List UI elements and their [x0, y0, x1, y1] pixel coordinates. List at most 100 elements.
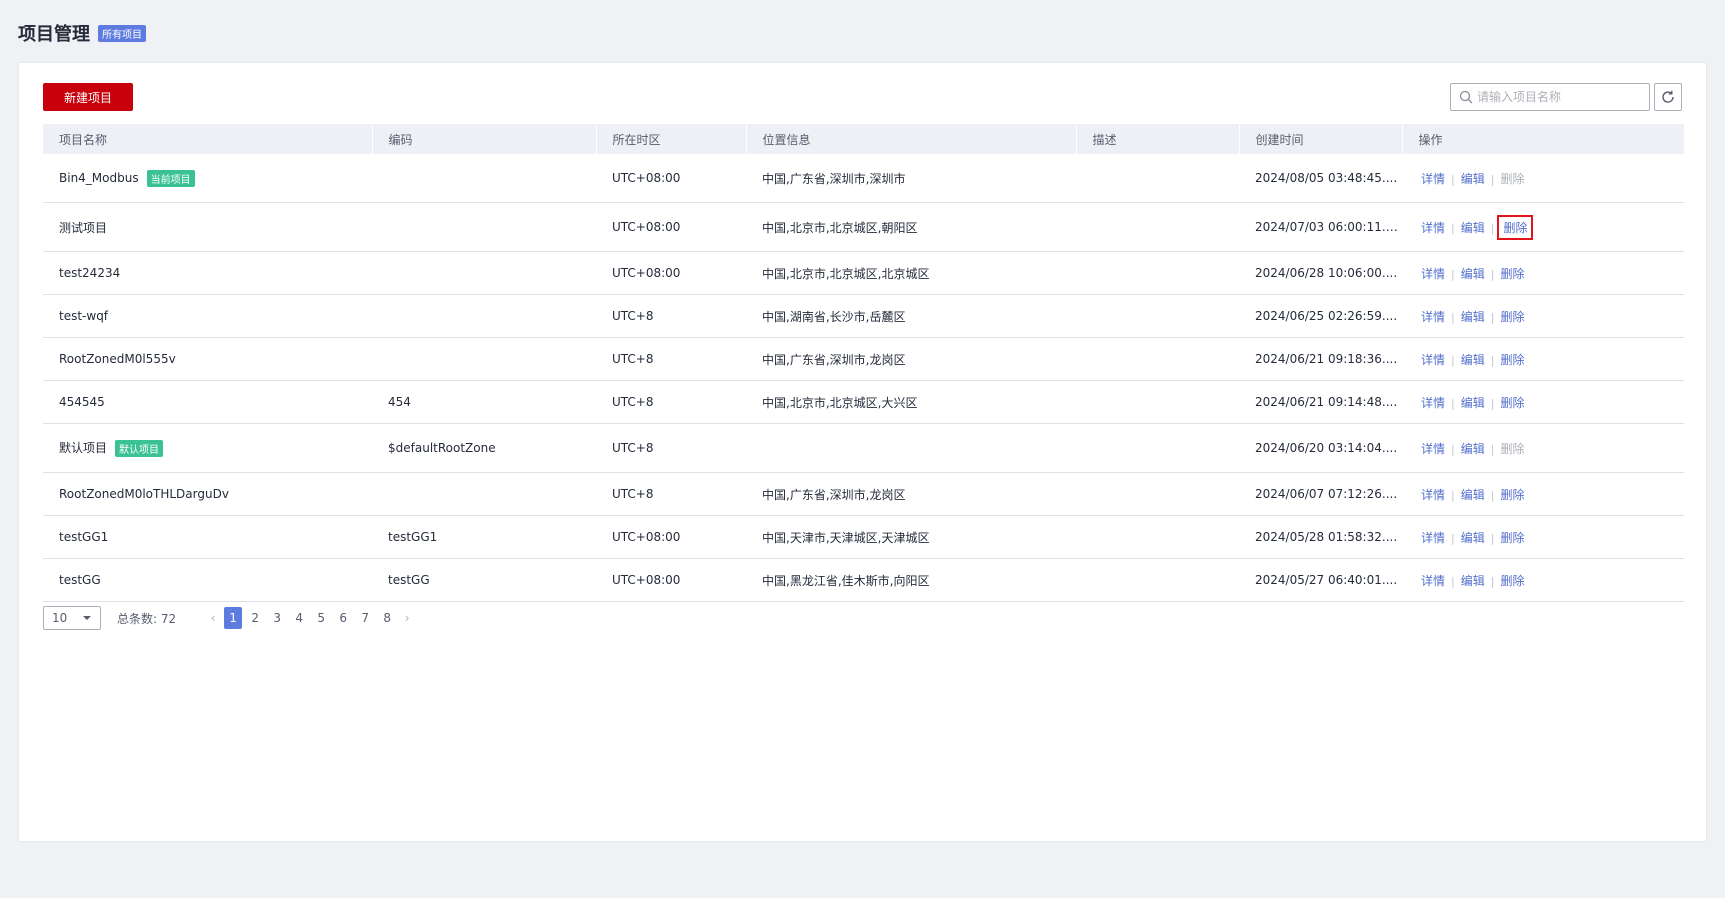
pagination: 10 总条数: 72 ‹ 1 2 3 4 5 6 7 8 ›: [43, 605, 416, 631]
detail-link[interactable]: 详情: [1418, 483, 1448, 506]
cell-created: 2024/06/20 03:14:04....: [1239, 423, 1402, 473]
table-row: test-wqf UTC+8 中国,湖南省,长沙市,岳麓区 2024/06/25 02…: [43, 294, 1684, 338]
edit-link[interactable]: 编辑: [1458, 216, 1488, 239]
create-project-button[interactable]: 新建项目: [43, 83, 133, 111]
page-number-8[interactable]: 8: [378, 607, 396, 629]
table-row: testGG1 testGG1 UTC+08:00 中国,天津市,天津城区,天津城区 2…: [43, 515, 1684, 559]
detail-link[interactable]: 详情: [1418, 262, 1448, 285]
detail-link[interactable]: 详情: [1418, 391, 1448, 414]
action-separator: |: [1451, 353, 1455, 367]
delete-link[interactable]: 删除: [1497, 305, 1527, 328]
cell-actions: 详情 | 编辑 | 删除: [1402, 380, 1684, 424]
page-number-2[interactable]: 2: [246, 607, 264, 629]
project-name: testGG1: [59, 530, 109, 544]
search-input[interactable]: [1477, 85, 1649, 109]
content-card: 新建项目 项目名称 编码 所在时区 位置信息 描述: [18, 62, 1707, 842]
edit-link[interactable]: 编辑: [1458, 483, 1488, 506]
cell-code: [372, 154, 596, 203]
page-number-5[interactable]: 5: [312, 607, 330, 629]
cell-timezone: UTC+08:00: [596, 558, 746, 602]
column-header-actions: 操作: [1402, 124, 1685, 154]
cell-actions: 详情 | 编辑 | 删除: [1402, 558, 1684, 602]
table-row: testGG testGG UTC+08:00 中国,黑龙江省,佳木斯市,向阳区 202…: [43, 558, 1684, 602]
cell-actions: 详情 | 编辑 | 删除: [1402, 515, 1684, 559]
project-name: RootZonedM0loTHLDarguDv: [59, 487, 229, 501]
cell-timezone: UTC+8: [596, 294, 746, 338]
page-number-4[interactable]: 4: [290, 607, 308, 629]
delete-link[interactable]: 删除: [1497, 569, 1527, 592]
project-name: 测试项目: [59, 220, 108, 235]
detail-link[interactable]: 详情: [1418, 167, 1448, 190]
cell-actions: 详情 | 编辑 | 删除: [1402, 251, 1684, 295]
detail-link[interactable]: 详情: [1418, 569, 1448, 592]
cell-description: [1076, 423, 1239, 473]
edit-link[interactable]: 编辑: [1458, 569, 1488, 592]
action-separator: |: [1451, 267, 1455, 281]
search-box[interactable]: [1450, 83, 1650, 111]
page-size-select[interactable]: 10: [43, 606, 101, 630]
action-separator: |: [1490, 574, 1495, 588]
cell-code: [372, 251, 596, 295]
detail-link[interactable]: 详情: [1418, 437, 1448, 460]
cell-name: 默认项目 默认项目: [43, 423, 372, 473]
edit-link[interactable]: 编辑: [1458, 262, 1488, 285]
caret-down-icon: [83, 616, 91, 620]
cell-code: [372, 337, 596, 381]
detail-link[interactable]: 详情: [1418, 348, 1448, 371]
delete-link[interactable]: 删除: [1497, 526, 1527, 549]
cell-location: 中国,湖南省,长沙市,岳麓区: [746, 294, 1076, 338]
edit-link[interactable]: 编辑: [1458, 305, 1488, 328]
project-name: 454545: [59, 395, 105, 409]
action-separator: |: [1451, 310, 1455, 324]
action-separator: |: [1490, 221, 1495, 235]
cell-description: [1076, 515, 1239, 559]
delete-link[interactable]: 删除: [1497, 483, 1527, 506]
action-separator: |: [1490, 172, 1495, 186]
detail-link[interactable]: 详情: [1418, 526, 1448, 549]
cell-timezone: UTC+8: [596, 380, 746, 424]
refresh-button[interactable]: [1654, 83, 1682, 111]
detail-link[interactable]: 详情: [1418, 305, 1448, 328]
delete-link[interactable]: 删除: [1497, 214, 1534, 240]
edit-link[interactable]: 编辑: [1458, 348, 1488, 371]
edit-link[interactable]: 编辑: [1458, 526, 1488, 549]
action-separator: |: [1490, 310, 1495, 324]
cell-created: 2024/06/25 02:26:59....: [1239, 294, 1402, 338]
delete-link[interactable]: 删除: [1497, 348, 1527, 371]
action-separator: |: [1451, 221, 1455, 235]
page-number-7[interactable]: 7: [356, 607, 374, 629]
delete-link[interactable]: 删除: [1497, 391, 1527, 414]
cell-location: 中国,北京市,北京城区,朝阳区: [746, 202, 1076, 252]
edit-link[interactable]: 编辑: [1458, 437, 1488, 460]
cell-code: testGG: [372, 558, 596, 602]
table-row: Bin4_Modbus 当前项目 UTC+08:00 中国,广东省,深圳市,深圳市 20…: [43, 154, 1684, 203]
page-badge: 所有项目: [98, 24, 146, 42]
cell-description: [1076, 294, 1239, 338]
cell-name: RootZonedM0l555v: [43, 337, 372, 381]
cell-created: 2024/06/28 10:06:00....: [1239, 251, 1402, 295]
detail-link[interactable]: 详情: [1418, 216, 1448, 239]
prev-page-button[interactable]: ‹: [204, 611, 222, 625]
cell-actions: 详情 | 编辑 | 删除: [1402, 202, 1684, 252]
edit-link[interactable]: 编辑: [1458, 391, 1488, 414]
cell-timezone: UTC+08:00: [596, 251, 746, 295]
delete-link[interactable]: 删除: [1497, 262, 1527, 285]
cell-timezone: UTC+8: [596, 423, 746, 473]
project-name: Bin4_Modbus: [59, 170, 139, 185]
page-number-6[interactable]: 6: [334, 607, 352, 629]
page-number-3[interactable]: 3: [268, 607, 286, 629]
cell-created: 2024/05/28 01:58:32....: [1239, 515, 1402, 559]
toolbar: 新建项目: [43, 83, 1682, 113]
next-page-button[interactable]: ›: [398, 611, 416, 625]
page-number-1[interactable]: 1: [224, 607, 243, 629]
cell-actions: 详情 | 编辑 | 删除: [1402, 472, 1684, 516]
table-row: 454545 454 UTC+8 中国,北京市,北京城区,大兴区 2024/06/21 …: [43, 380, 1684, 424]
cell-actions: 详情 | 编辑 | 删除: [1402, 423, 1684, 473]
cell-created: 2024/05/27 06:40:01....: [1239, 558, 1402, 602]
edit-link[interactable]: 编辑: [1458, 167, 1488, 190]
column-header-timezone: 所在时区: [596, 124, 747, 154]
column-header-description: 描述: [1076, 124, 1240, 154]
column-header-code: 编码: [372, 124, 597, 154]
delete-link: 删除: [1500, 171, 1525, 186]
project-tag: 当前项目: [146, 169, 195, 187]
